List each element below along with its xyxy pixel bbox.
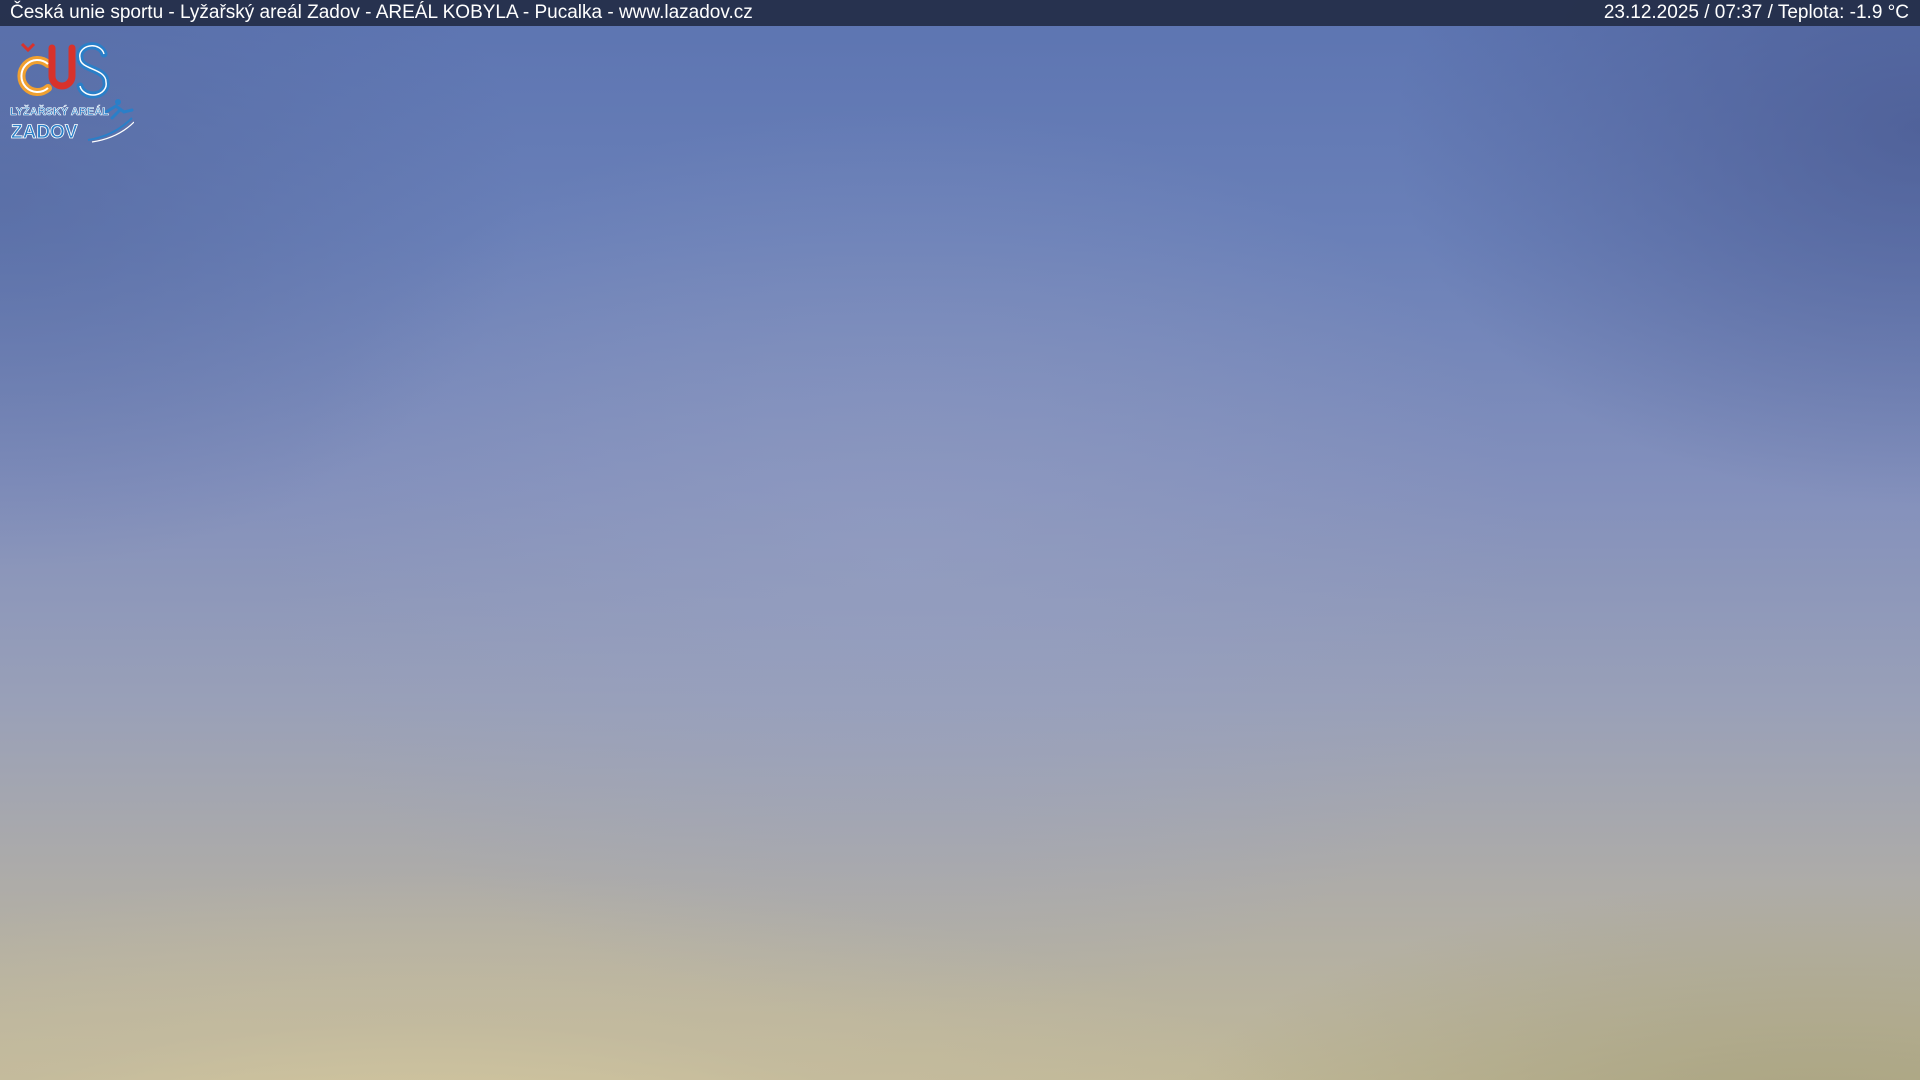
zadov-logo: LYŽAŘSKÝ AREÁL ZADOV <box>8 40 134 144</box>
camera-title: Česká unie sportu - Lyžařský areál Zadov… <box>10 2 753 23</box>
cus-logo-icon: LYŽAŘSKÝ AREÁL ZADOV <box>10 42 134 143</box>
logo-line1: LYŽAŘSKÝ AREÁL <box>10 105 109 118</box>
date-time-temperature: 23.12.2025 / 07:37 / Teplota: -1.9 °C <box>1603 2 1909 23</box>
caption-bar: Česká unie sportu - Lyžařský areál Zadov… <box>0 0 1920 26</box>
webcam-frame: Česká unie sportu - Lyžařský areál Zadov… <box>0 0 1920 1080</box>
logo-line2: ZADOV <box>11 122 78 143</box>
